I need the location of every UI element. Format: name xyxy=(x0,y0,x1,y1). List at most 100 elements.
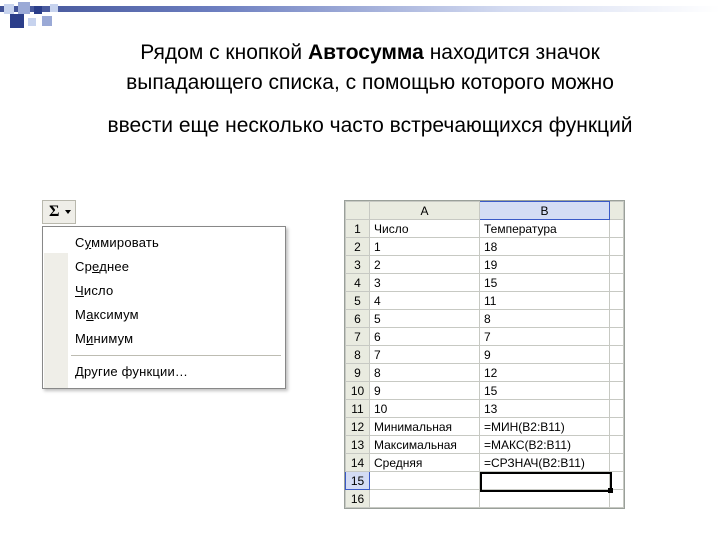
cell-a8[interactable]: 7 xyxy=(370,346,480,364)
cell-b14[interactable]: =СРЗНАЧ(B2:B11) xyxy=(480,454,610,472)
cell-b1[interactable]: Температура xyxy=(480,220,610,238)
cell-b8[interactable]: 9 xyxy=(480,346,610,364)
cell-c10[interactable] xyxy=(610,382,624,400)
row-header[interactable]: 11 xyxy=(346,400,370,418)
col-header-a[interactable]: A xyxy=(370,202,480,220)
cell-b7[interactable]: 7 xyxy=(480,328,610,346)
cell-a16[interactable] xyxy=(370,490,480,508)
text-bold: Автосумма xyxy=(308,41,424,64)
cell-a4[interactable]: 3 xyxy=(370,274,480,292)
row-header[interactable]: 16 xyxy=(346,490,370,508)
chevron-down-icon xyxy=(65,210,71,214)
menu-item-min[interactable]: Минимум xyxy=(43,327,285,351)
menu-divider xyxy=(71,355,281,356)
table-row: 10915 xyxy=(346,382,624,400)
cell-a6[interactable]: 5 xyxy=(370,310,480,328)
cell-b3[interactable]: 19 xyxy=(480,256,610,274)
table-row: 14Средняя=СРЗНАЧ(B2:B11) xyxy=(346,454,624,472)
text-line3: ввести еще несколько часто встречающихся… xyxy=(60,111,680,141)
table-row: 9812 xyxy=(346,364,624,382)
table-row: 879 xyxy=(346,346,624,364)
corner-cell[interactable] xyxy=(346,202,370,220)
text-line2: выпадающего списка, с помощью которого м… xyxy=(60,68,680,98)
row-header[interactable]: 8 xyxy=(346,346,370,364)
cell-b4[interactable]: 15 xyxy=(480,274,610,292)
text-pre: Рядом с кнопкой xyxy=(140,41,308,64)
cell-a7[interactable]: 6 xyxy=(370,328,480,346)
row-header[interactable]: 10 xyxy=(346,382,370,400)
cell-a9[interactable]: 8 xyxy=(370,364,480,382)
corner-decoration xyxy=(0,0,200,40)
cell-a3[interactable]: 2 xyxy=(370,256,480,274)
menu-item-other-functions[interactable]: Другие функции… xyxy=(43,360,285,384)
cell-b2[interactable]: 18 xyxy=(480,238,610,256)
description-paragraph: Рядом с кнопкой Автосумма находится знач… xyxy=(60,38,680,141)
row-header[interactable]: 9 xyxy=(346,364,370,382)
col-header-c[interactable] xyxy=(610,202,624,220)
cell-c2[interactable] xyxy=(610,238,624,256)
table-row: 658 xyxy=(346,310,624,328)
autosum-menu: Суммировать Среднее Число Максимум Миним… xyxy=(42,226,286,389)
row-header[interactable]: 1 xyxy=(346,220,370,238)
cell-b6[interactable]: 8 xyxy=(480,310,610,328)
cell-b9[interactable]: 12 xyxy=(480,364,610,382)
cell-c8[interactable] xyxy=(610,346,624,364)
table-row: 111013 xyxy=(346,400,624,418)
row-header[interactable]: 4 xyxy=(346,274,370,292)
cell-c7[interactable] xyxy=(610,328,624,346)
cell-a1[interactable]: Число xyxy=(370,220,480,238)
cell-c11[interactable] xyxy=(610,400,624,418)
cell-b11[interactable]: 13 xyxy=(480,400,610,418)
row-header[interactable]: 13 xyxy=(346,436,370,454)
menu-item-count[interactable]: Число xyxy=(43,279,285,303)
table-row: 2118 xyxy=(346,238,624,256)
cell-a2[interactable]: 1 xyxy=(370,238,480,256)
cell-a13[interactable]: Максимальная xyxy=(370,436,480,454)
spreadsheet-table: A B 1ЧислоТемпература2118321943155411658… xyxy=(345,201,624,508)
slide: Рядом с кнопкой Автосумма находится знач… xyxy=(0,0,720,540)
autosum-dropdown: Σ Суммировать Среднее Число Максимум Мин… xyxy=(42,200,286,389)
autosum-button[interactable]: Σ xyxy=(42,200,76,224)
cell-c1[interactable] xyxy=(610,220,624,238)
cell-a15[interactable] xyxy=(370,472,480,490)
table-row: 5411 xyxy=(346,292,624,310)
cell-c3[interactable] xyxy=(610,256,624,274)
cell-c14[interactable] xyxy=(610,454,624,472)
cell-a14[interactable]: Средняя xyxy=(370,454,480,472)
cell-c9[interactable] xyxy=(610,364,624,382)
menu-item-average[interactable]: Среднее xyxy=(43,255,285,279)
cell-a5[interactable]: 4 xyxy=(370,292,480,310)
cell-b10[interactable]: 15 xyxy=(480,382,610,400)
cell-b13[interactable]: =МАКС(B2:B11) xyxy=(480,436,610,454)
cell-a12[interactable]: Минимальная xyxy=(370,418,480,436)
cell-c12[interactable] xyxy=(610,418,624,436)
row-header[interactable]: 6 xyxy=(346,310,370,328)
table-row: 13Максимальная=МАКС(B2:B11) xyxy=(346,436,624,454)
row-header[interactable]: 15 xyxy=(346,472,370,490)
row-header[interactable]: 5 xyxy=(346,292,370,310)
row-header[interactable]: 14 xyxy=(346,454,370,472)
cell-b15[interactable] xyxy=(480,472,610,490)
cell-a10[interactable]: 9 xyxy=(370,382,480,400)
text-post: находится значок xyxy=(424,41,600,64)
cell-c4[interactable] xyxy=(610,274,624,292)
cell-c16[interactable] xyxy=(610,490,624,508)
cell-c13[interactable] xyxy=(610,436,624,454)
table-row: 3219 xyxy=(346,256,624,274)
row-header[interactable]: 2 xyxy=(346,238,370,256)
cell-a11[interactable]: 10 xyxy=(370,400,480,418)
cell-c5[interactable] xyxy=(610,292,624,310)
row-header[interactable]: 12 xyxy=(346,418,370,436)
cell-c15[interactable] xyxy=(610,472,624,490)
cell-b12[interactable]: =МИН(B2:B11) xyxy=(480,418,610,436)
spreadsheet: A B 1ЧислоТемпература2118321943155411658… xyxy=(344,200,625,509)
menu-item-max[interactable]: Максимум xyxy=(43,303,285,327)
row-header[interactable]: 7 xyxy=(346,328,370,346)
menu-item-sum[interactable]: Суммировать xyxy=(43,231,285,255)
col-header-b[interactable]: B xyxy=(480,202,610,220)
cell-c6[interactable] xyxy=(610,310,624,328)
table-row: 15 xyxy=(346,472,624,490)
cell-b16[interactable] xyxy=(480,490,610,508)
row-header[interactable]: 3 xyxy=(346,256,370,274)
cell-b5[interactable]: 11 xyxy=(480,292,610,310)
